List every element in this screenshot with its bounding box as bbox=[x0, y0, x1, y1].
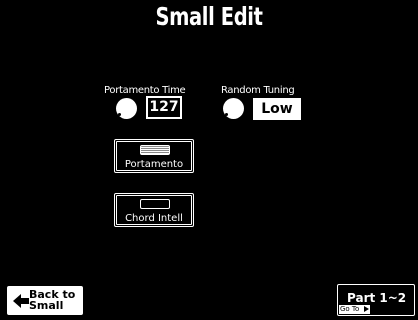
goto-arrow-icon bbox=[364, 306, 369, 312]
portamento-time-value[interactable]: 127 bbox=[146, 96, 182, 119]
left-arrow-icon bbox=[13, 294, 29, 308]
portamento-time-knob[interactable] bbox=[116, 98, 137, 119]
back-to-small-button[interactable]: Back to Small bbox=[7, 286, 83, 315]
chord-intell-indicator-icon bbox=[140, 199, 170, 209]
portamento-toggle-label: Portamento bbox=[124, 159, 184, 170]
knob-pointer-icon bbox=[118, 113, 121, 116]
random-tuning-knob[interactable] bbox=[223, 98, 244, 119]
back-button-label: Back to Small bbox=[29, 289, 75, 311]
portamento-time-label: Portamento Time bbox=[104, 85, 186, 96]
portamento-toggle-button[interactable]: Portamento bbox=[114, 139, 194, 173]
goto-badge: Go To bbox=[339, 305, 370, 314]
portamento-indicator-icon bbox=[140, 145, 170, 155]
knob-pointer-icon bbox=[225, 113, 228, 116]
goto-label: Go To bbox=[340, 305, 360, 313]
back-button-label-line2: Small bbox=[29, 299, 64, 312]
chord-intell-toggle-label: Chord Intell bbox=[125, 213, 183, 224]
random-tuning-label: Random Tuning bbox=[221, 85, 295, 96]
chord-intell-toggle-button[interactable]: Chord Intell bbox=[114, 193, 194, 227]
page-title: Small Edit bbox=[155, 2, 263, 31]
part-1-2-button[interactable]: Part 1~2 Go To bbox=[337, 284, 415, 316]
part-button-label: Part 1~2 bbox=[347, 291, 407, 305]
random-tuning-value[interactable]: Low bbox=[253, 98, 301, 120]
